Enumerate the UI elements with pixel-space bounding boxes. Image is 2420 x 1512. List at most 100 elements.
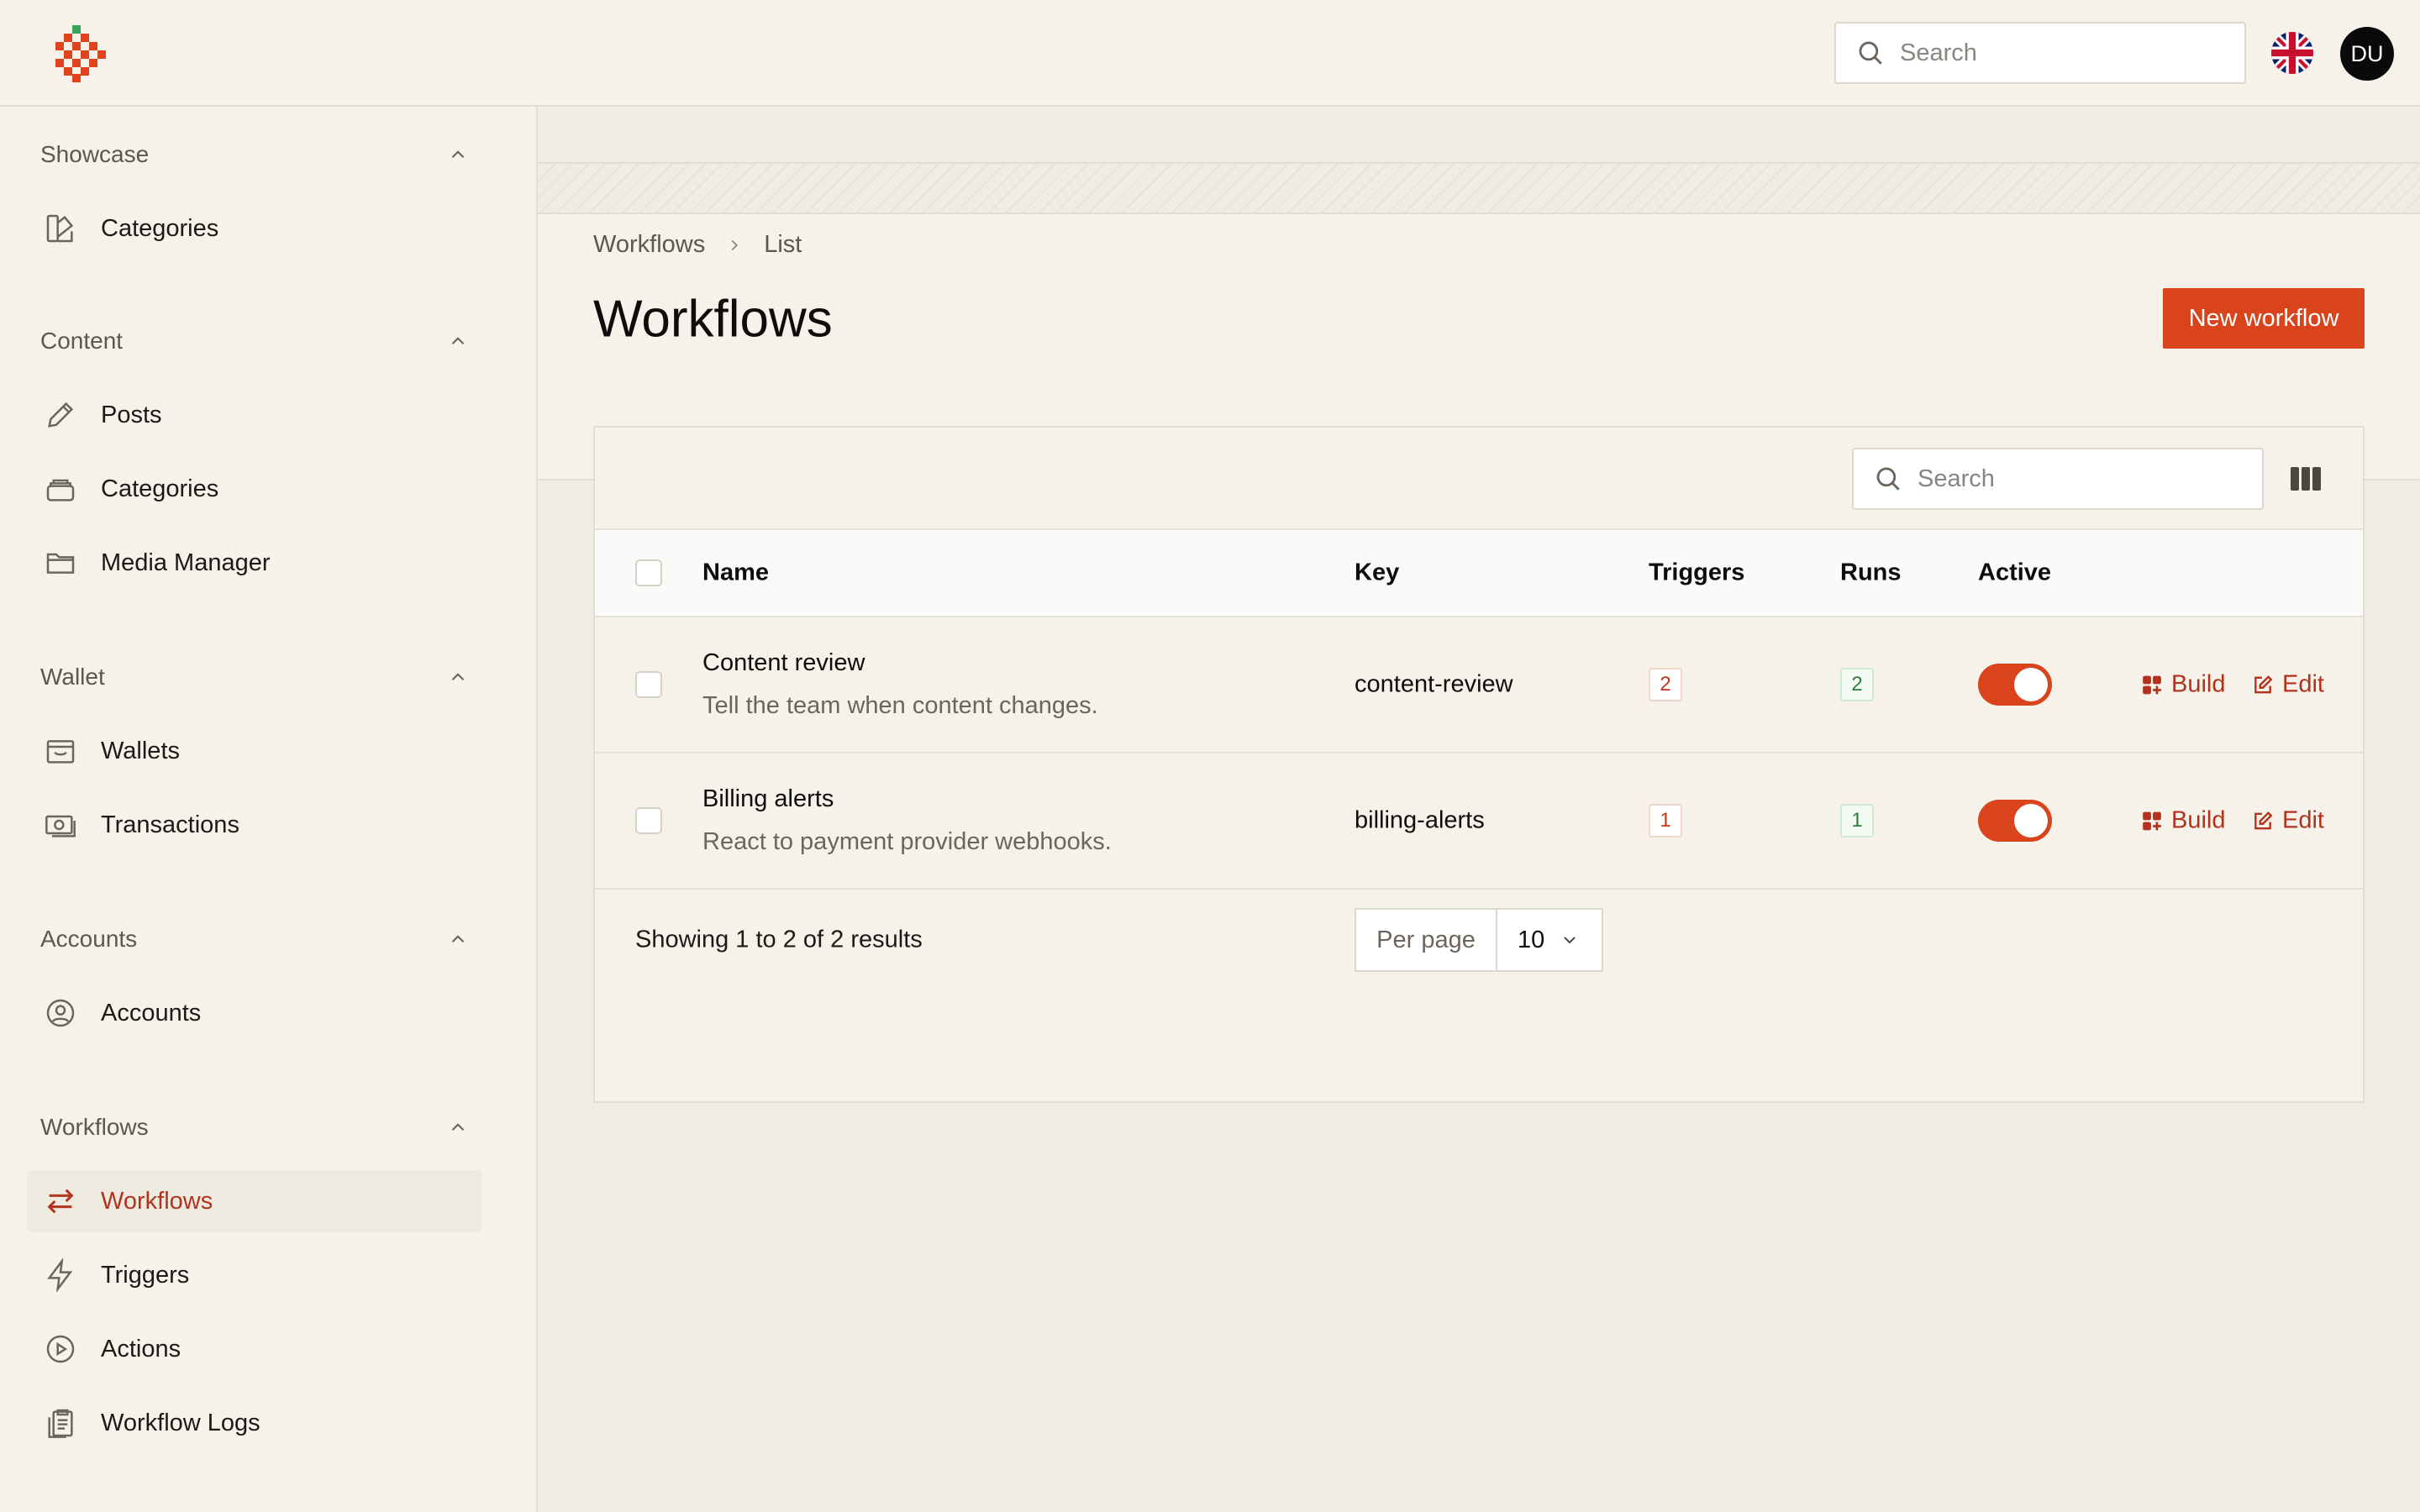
workflow-key: content-review <box>1355 670 1513 698</box>
new-workflow-button[interactable]: New workflow <box>2163 288 2365 349</box>
edit-action[interactable]: Edit <box>2252 671 2324 699</box>
column-toggle-button[interactable] <box>2289 463 2323 495</box>
column-header-key[interactable]: Key <box>1355 559 1399 587</box>
column-header-triggers[interactable]: Triggers <box>1649 559 1744 587</box>
wallet-icon <box>42 732 79 769</box>
workflow-name: Content review <box>702 649 865 676</box>
brand-logo-icon[interactable] <box>55 25 106 82</box>
chevron-up-icon <box>451 1123 465 1131</box>
sidebar-item-media-manager[interactable]: Media Manager <box>27 532 482 594</box>
workflow-description: Tell the team when content changes. <box>702 692 1098 719</box>
global-search-input[interactable] <box>1898 38 2204 68</box>
triggers-count-badge: 1 <box>1649 804 1682 837</box>
main-content: Workflows List Workflows New workflow Na… <box>538 107 2420 1512</box>
sidebar-item-posts[interactable]: Posts <box>27 384 482 446</box>
arrows-exchange-icon <box>42 1183 79 1220</box>
workflow-key: billing-alerts <box>1355 806 1485 834</box>
runs-count-badge: 1 <box>1840 804 1874 837</box>
select-all-checkbox[interactable] <box>635 559 662 586</box>
sidebar-item-accounts[interactable]: Accounts <box>27 982 482 1044</box>
clipboard-icon <box>42 1404 79 1441</box>
sidebar-group-header[interactable]: Content <box>40 324 469 358</box>
sidebar: Showcase Categories Content Posts Catego… <box>0 107 538 1512</box>
sidebar-item-content-categories[interactable]: Categories <box>27 458 482 520</box>
sidebar-item-label: Categories <box>101 214 219 242</box>
sidebar-item-label: Categories <box>101 475 219 502</box>
user-avatar[interactable]: DU <box>2340 27 2394 81</box>
edit-label: Edit <box>2282 806 2324 834</box>
chevron-up-icon <box>451 673 465 681</box>
breadcrumb-item-workflows[interactable]: Workflows <box>593 231 705 259</box>
app-root: DU Showcase Categories Content <box>0 0 2420 1512</box>
toggle-knob <box>2014 804 2048 837</box>
cell-name: Content review Tell the team when conten… <box>702 649 1098 720</box>
build-action[interactable]: Build <box>2141 807 2226 835</box>
sidebar-item-showcase-categories[interactable]: Categories <box>27 197 482 260</box>
column-header-name[interactable]: Name <box>702 559 769 587</box>
table-row[interactable]: Content review Tell the team when conten… <box>595 617 2363 753</box>
sidebar-item-label: Posts <box>101 401 162 428</box>
sidebar-item-label: Media Manager <box>101 549 271 576</box>
column-header-active[interactable]: Active <box>1978 559 2051 587</box>
sidebar-group-label: Accounts <box>40 926 138 952</box>
user-circle-icon <box>42 995 79 1032</box>
workflows-table-card: Name Key Triggers Runs Active Content re… <box>593 426 2365 1103</box>
chevron-up-icon <box>451 337 465 345</box>
toggle-knob <box>2014 668 2048 701</box>
table-header: Name Key Triggers Runs Active <box>595 528 2363 617</box>
table-search[interactable] <box>1852 448 2264 510</box>
column-header-runs[interactable]: Runs <box>1840 559 1902 587</box>
sidebar-item-label: Workflows <box>101 1187 213 1215</box>
per-page-select[interactable]: Per page 10 <box>1355 908 1603 972</box>
sidebar-item-actions[interactable]: Actions <box>27 1318 482 1380</box>
build-icon <box>2143 811 2161 830</box>
sidebar-group-header[interactable]: Showcase <box>40 138 469 171</box>
stack-icon <box>42 470 79 507</box>
play-circle-icon <box>42 1331 79 1368</box>
build-action[interactable]: Build <box>2141 671 2226 699</box>
pagination-summary: Showing 1 to 2 of 2 results <box>635 926 923 953</box>
sidebar-item-label: Actions <box>101 1335 182 1362</box>
page-title: Workflows <box>593 290 833 349</box>
sidebar-item-wallets[interactable]: Wallets <box>27 720 482 782</box>
categories-showcase-icon <box>42 210 79 247</box>
sidebar-group-header[interactable]: Workflows <box>40 1110 469 1144</box>
table-row[interactable]: Billing alerts React to payment provider… <box>595 753 2363 890</box>
sidebar-group-header[interactable]: Wallet <box>40 660 469 694</box>
hatched-banner <box>538 162 2420 214</box>
build-label: Build <box>2171 806 2226 834</box>
row-checkbox[interactable] <box>635 807 662 834</box>
active-toggle[interactable] <box>1978 800 2052 842</box>
breadcrumb: Workflows List <box>593 231 802 259</box>
sidebar-group-label: Wallet <box>40 664 105 690</box>
chevron-right-icon <box>725 236 744 255</box>
sidebar-item-transactions[interactable]: Transactions <box>27 794 482 856</box>
active-toggle[interactable] <box>1978 664 2052 706</box>
sidebar-group-label: Content <box>40 328 124 354</box>
uk-flag-icon[interactable] <box>2271 32 2313 74</box>
chevron-down-icon <box>1564 937 1576 944</box>
chevron-up-icon <box>451 150 465 159</box>
edit-action[interactable]: Edit <box>2252 807 2324 835</box>
sidebar-item-label: Accounts <box>101 999 202 1026</box>
table-search-input[interactable] <box>1916 464 2222 494</box>
build-icon <box>2143 675 2161 694</box>
workflow-description: React to payment provider webhooks. <box>702 828 1112 855</box>
sidebar-item-workflow-logs[interactable]: Workflow Logs <box>27 1392 482 1454</box>
sidebar-item-label: Transactions <box>101 811 239 838</box>
bolt-icon <box>42 1257 79 1294</box>
sidebar-group-label: Showcase <box>40 141 150 167</box>
per-page-value: 10 <box>1518 926 1545 953</box>
chevron-up-icon <box>451 935 465 943</box>
per-page-dropdown[interactable]: 10 <box>1497 910 1602 970</box>
sidebar-group-header[interactable]: Accounts <box>40 922 469 956</box>
workflow-name: Billing alerts <box>702 785 834 812</box>
row-checkbox[interactable] <box>635 671 662 698</box>
global-search[interactable] <box>1834 22 2246 84</box>
sidebar-item-triggers[interactable]: Triggers <box>27 1244 482 1306</box>
sidebar-item-workflows[interactable]: Workflows <box>27 1170 482 1232</box>
per-page-label: Per page <box>1356 910 1497 970</box>
sidebar-item-label: Triggers <box>101 1261 190 1289</box>
sidebar-group-label: Workflows <box>40 1114 149 1140</box>
columns-icon <box>2291 467 2321 491</box>
